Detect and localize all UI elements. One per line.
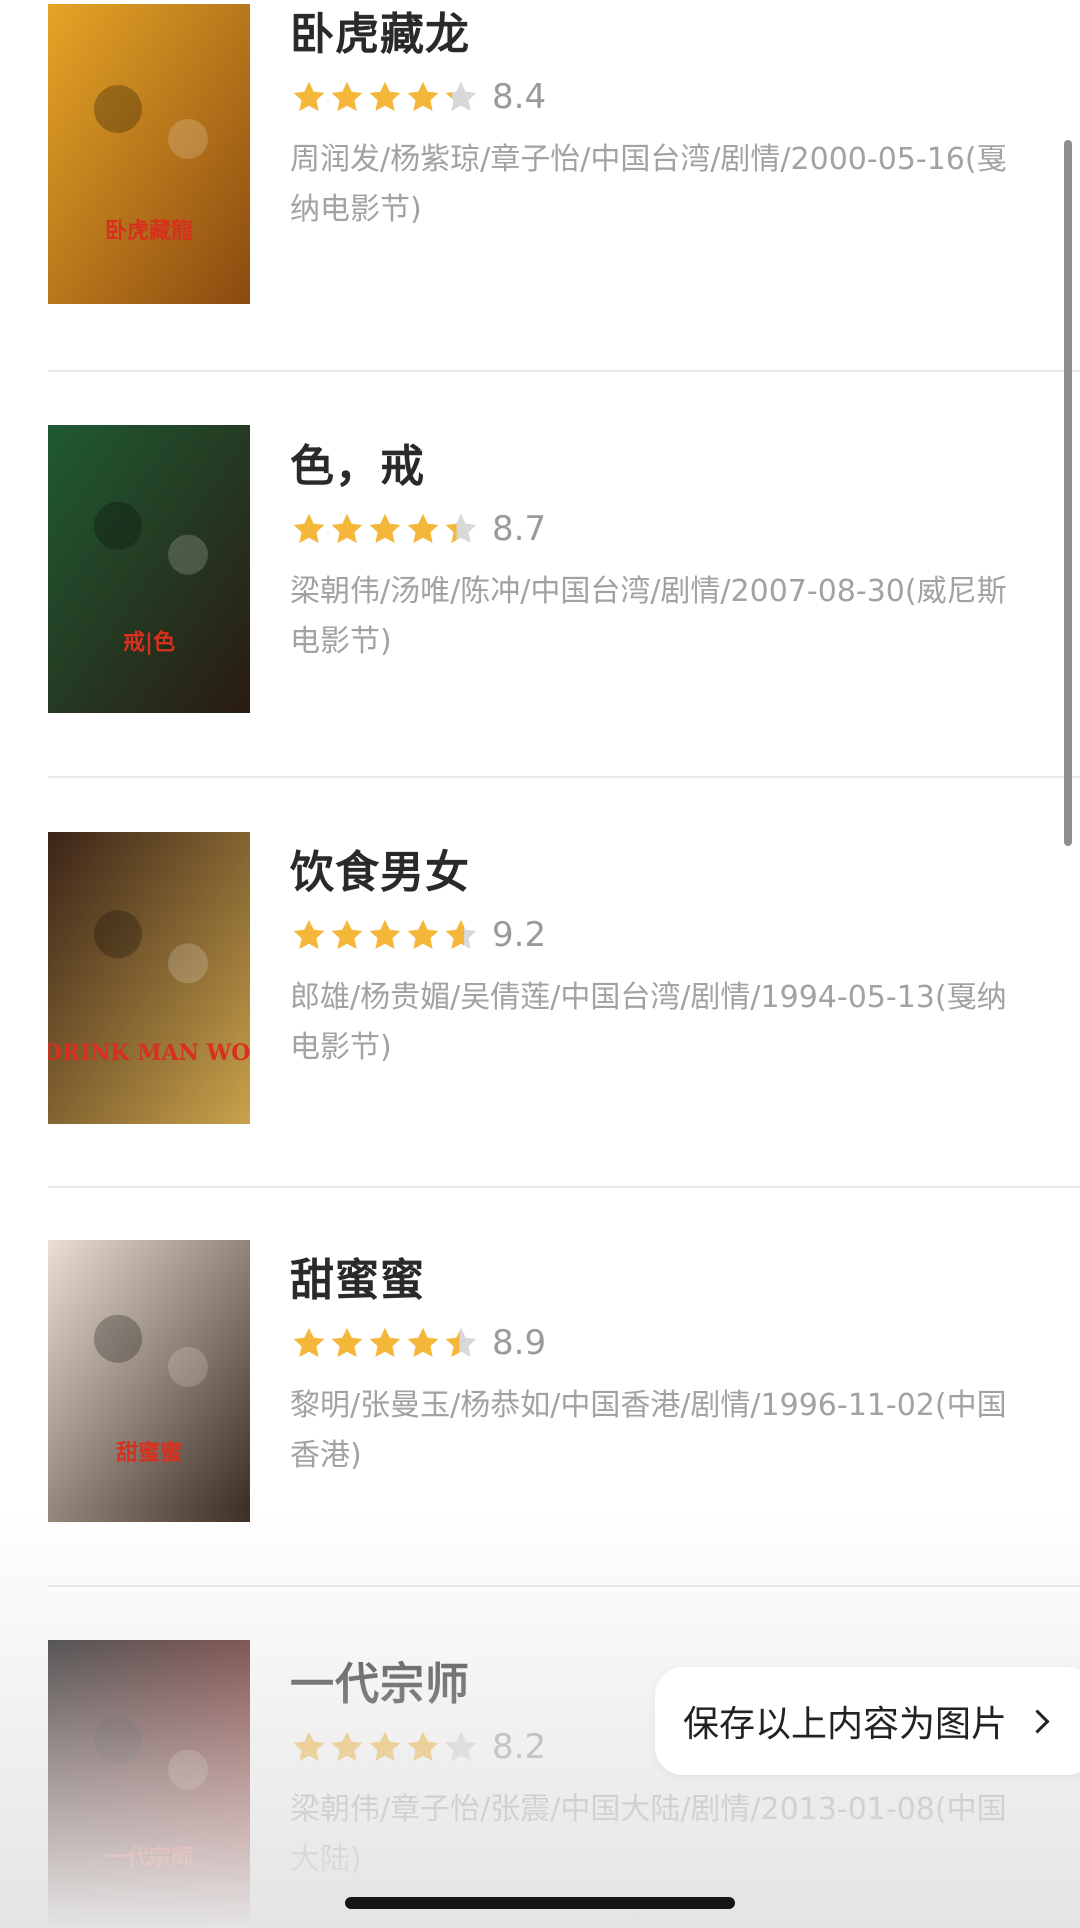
star-icon [369, 81, 401, 111]
movie-poster[interactable]: 甜蜜蜜 [48, 1240, 250, 1522]
star-icon [331, 513, 363, 543]
star-icon [445, 513, 477, 543]
star-rating [290, 511, 480, 547]
star-rating [290, 1325, 480, 1361]
movie-title[interactable]: 饮食男女 [290, 836, 470, 900]
movie-rating: 8.7 [290, 509, 546, 549]
poster-title-text: 戒|色 [123, 630, 175, 656]
movie-poster[interactable]: EAT DRINK MAN WOMAN [48, 832, 250, 1124]
star-rating [290, 1729, 480, 1765]
save-as-image-label: 保存以上内容为图片 [683, 1704, 1008, 1745]
star-icon [445, 1731, 477, 1761]
star-icon [331, 1731, 363, 1761]
star-icon [445, 919, 477, 949]
movie-meta: 梁朝伟/章子怡/张震/中国大陆/剧情/2013-01-08(中国大陆) [290, 1792, 1007, 1877]
star-icon [369, 919, 401, 949]
page-counter: 1/2 [505, 0, 560, 28]
movie-poster[interactable]: 一代宗師 [48, 1640, 250, 1928]
movie-score: 9.2 [492, 915, 547, 955]
movie-rating: 9.2 [290, 915, 546, 955]
star-rating [290, 79, 480, 115]
save-as-image-button[interactable]: 保存以上内容为图片 [655, 1667, 1080, 1775]
movie-meta: 黎明/张曼玉/杨恭如/中国香港/剧情/1996-11-02(中国香港) [290, 1388, 1007, 1473]
star-icon [293, 1327, 325, 1357]
star-icon [331, 1327, 363, 1357]
movie-meta: 周润发/杨紫琼/章子怡/中国台湾/剧情/2000-05-16(戛纳电影节) [290, 142, 1007, 227]
star-icon [407, 513, 439, 543]
movie-title[interactable]: 一代宗师 [290, 1648, 470, 1712]
home-indicator[interactable] [345, 1897, 735, 1909]
movie-poster[interactable]: 戒|色 [48, 425, 250, 713]
star-icon [369, 513, 401, 543]
poster-title-text: 一代宗師 [105, 1845, 193, 1871]
divider [48, 1585, 1080, 1587]
divider [48, 776, 1080, 778]
movie-title[interactable]: 卧虎藏龙 [290, 0, 470, 62]
star-icon [407, 81, 439, 111]
movie-meta: 郎雄/杨贵媚/吴倩莲/中国台湾/剧情/1994-05-13(戛纳电影节) [290, 980, 1007, 1065]
star-icon [331, 919, 363, 949]
poster-title-text: 卧虎藏龍 [105, 218, 193, 244]
movie-rating: 8.2 [290, 1727, 546, 1767]
star-icon [331, 81, 363, 111]
movie-title[interactable]: 甜蜜蜜 [290, 1244, 425, 1308]
star-icon [293, 1731, 325, 1761]
chevron-right-icon [1025, 1708, 1050, 1734]
star-rating [290, 917, 480, 953]
poster-title-text: EAT DRINK MAN WOMAN [48, 1040, 250, 1066]
poster-title-text: 甜蜜蜜 [116, 1440, 182, 1466]
movie-rating: 8.9 [290, 1323, 546, 1363]
star-icon [407, 919, 439, 949]
movie-title[interactable]: 色，戒 [290, 430, 425, 494]
star-icon [369, 1731, 401, 1761]
movie-meta: 梁朝伟/汤唯/陈冲/中国台湾/剧情/2007-08-30(威尼斯电影节) [290, 574, 1007, 659]
star-icon [407, 1327, 439, 1357]
movie-score: 8.9 [492, 1323, 547, 1363]
movie-rating: 8.4 [290, 77, 546, 117]
movie-score: 8.2 [492, 1727, 547, 1767]
movie-score: 8.7 [492, 509, 547, 549]
movie-score: 8.4 [492, 77, 547, 117]
star-icon [293, 81, 325, 111]
star-icon [445, 81, 477, 111]
star-icon [369, 1327, 401, 1357]
star-icon [293, 919, 325, 949]
star-icon [407, 1731, 439, 1761]
movie-poster[interactable]: 卧虎藏龍 [48, 4, 250, 304]
divider [48, 1186, 1080, 1188]
star-icon [445, 1327, 477, 1357]
star-icon [293, 513, 325, 543]
divider [48, 370, 1080, 372]
scrollbar[interactable] [1064, 140, 1072, 846]
